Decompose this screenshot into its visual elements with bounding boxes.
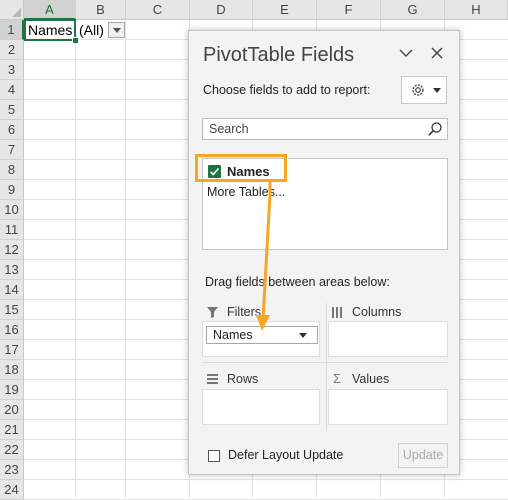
defer-layout-checkbox[interactable] <box>208 450 220 462</box>
row-header-1[interactable]: 1 <box>0 20 24 40</box>
filter-field-label: Names <box>213 328 253 342</box>
row-header-18[interactable]: 18 <box>0 360 24 380</box>
area-divider-vertical <box>326 303 327 431</box>
row-header-8[interactable]: 8 <box>0 160 24 180</box>
drag-fields-label: Drag fields between areas below: <box>205 275 390 289</box>
values-drop-area[interactable] <box>328 389 448 425</box>
row-header-23[interactable]: 23 <box>0 460 24 480</box>
close-icon[interactable] <box>430 46 444 60</box>
gridline-column <box>75 20 76 498</box>
row-header-10[interactable]: 10 <box>0 200 24 220</box>
row-header-12[interactable]: 12 <box>0 240 24 260</box>
dropdown-icon <box>433 88 441 93</box>
select-all-triangle-icon <box>12 8 21 17</box>
search-input[interactable] <box>209 121 419 137</box>
dropdown-icon[interactable] <box>299 333 307 338</box>
rows-area-label: Rows <box>227 372 259 386</box>
cell-b1[interactable]: (All) <box>79 20 104 40</box>
row-header-5[interactable]: 5 <box>0 100 24 120</box>
row-header-2[interactable]: 2 <box>0 40 24 60</box>
column-header-d[interactable]: D <box>190 0 253 20</box>
choose-fields-label: Choose fields to add to report: <box>203 83 371 97</box>
filters-area-label: Filters <box>227 305 262 319</box>
row-header-20[interactable]: 20 <box>0 400 24 420</box>
column-header-g[interactable]: G <box>381 0 445 20</box>
column-header-f[interactable]: F <box>317 0 381 20</box>
pivottable-fields-pane: PivotTable Fields Choose fields to add t… <box>188 30 460 475</box>
row-header-16[interactable]: 16 <box>0 320 24 340</box>
gear-icon <box>412 84 424 96</box>
column-header-c[interactable]: C <box>126 0 190 20</box>
search-box[interactable] <box>202 118 448 140</box>
row-header-13[interactable]: 13 <box>0 260 24 280</box>
field-list: Names More Tables... <box>202 158 448 250</box>
row-header-17[interactable]: 17 <box>0 340 24 360</box>
tools-button[interactable] <box>401 76 447 104</box>
gridline-row <box>24 479 508 480</box>
row-header-22[interactable]: 22 <box>0 440 24 460</box>
gridline-column <box>125 20 126 498</box>
sigma-icon: Σ <box>333 371 342 386</box>
row-header-19[interactable]: 19 <box>0 380 24 400</box>
rows-drop-area[interactable] <box>202 389 320 425</box>
defer-layout-label: Defer Layout Update <box>228 448 344 462</box>
rows-icon <box>207 374 218 384</box>
search-icon[interactable] <box>427 121 443 137</box>
row-header-3[interactable]: 3 <box>0 60 24 80</box>
values-area-label: Values <box>352 372 390 386</box>
row-header-24[interactable]: 24 <box>0 480 24 500</box>
row-header-9[interactable]: 9 <box>0 180 24 200</box>
filter-icon <box>207 307 218 318</box>
row-header-11[interactable]: 11 <box>0 220 24 240</box>
update-button[interactable]: Update <box>398 443 448 468</box>
column-header-b[interactable]: B <box>76 0 126 20</box>
column-header-a[interactable]: A <box>24 0 76 20</box>
pane-title: PivotTable Fields <box>203 44 355 66</box>
column-header-e[interactable]: E <box>253 0 317 20</box>
columns-area-label: Columns <box>352 305 402 319</box>
active-cell-border <box>24 19 76 41</box>
row-header-6[interactable]: 6 <box>0 120 24 140</box>
checkbox-checked-icon[interactable] <box>208 165 221 178</box>
row-header-21[interactable]: 21 <box>0 420 24 440</box>
columns-drop-area[interactable] <box>328 321 448 357</box>
chevron-down-icon[interactable] <box>399 46 413 60</box>
area-divider-horizontal <box>202 362 448 363</box>
columns-icon <box>332 307 342 318</box>
field-label: Names <box>227 164 270 179</box>
row-header-14[interactable]: 14 <box>0 280 24 300</box>
more-tables-link[interactable]: More Tables... <box>207 185 285 199</box>
row-header-15[interactable]: 15 <box>0 300 24 320</box>
filter-dropdown-icon[interactable] <box>108 22 125 38</box>
filter-field-names[interactable]: Names <box>206 326 318 344</box>
row-header-4[interactable]: 4 <box>0 80 24 100</box>
row-header-7[interactable]: 7 <box>0 140 24 160</box>
select-all-corner[interactable] <box>0 0 24 20</box>
fill-handle[interactable] <box>72 37 79 44</box>
column-header-h[interactable]: H <box>445 0 508 20</box>
